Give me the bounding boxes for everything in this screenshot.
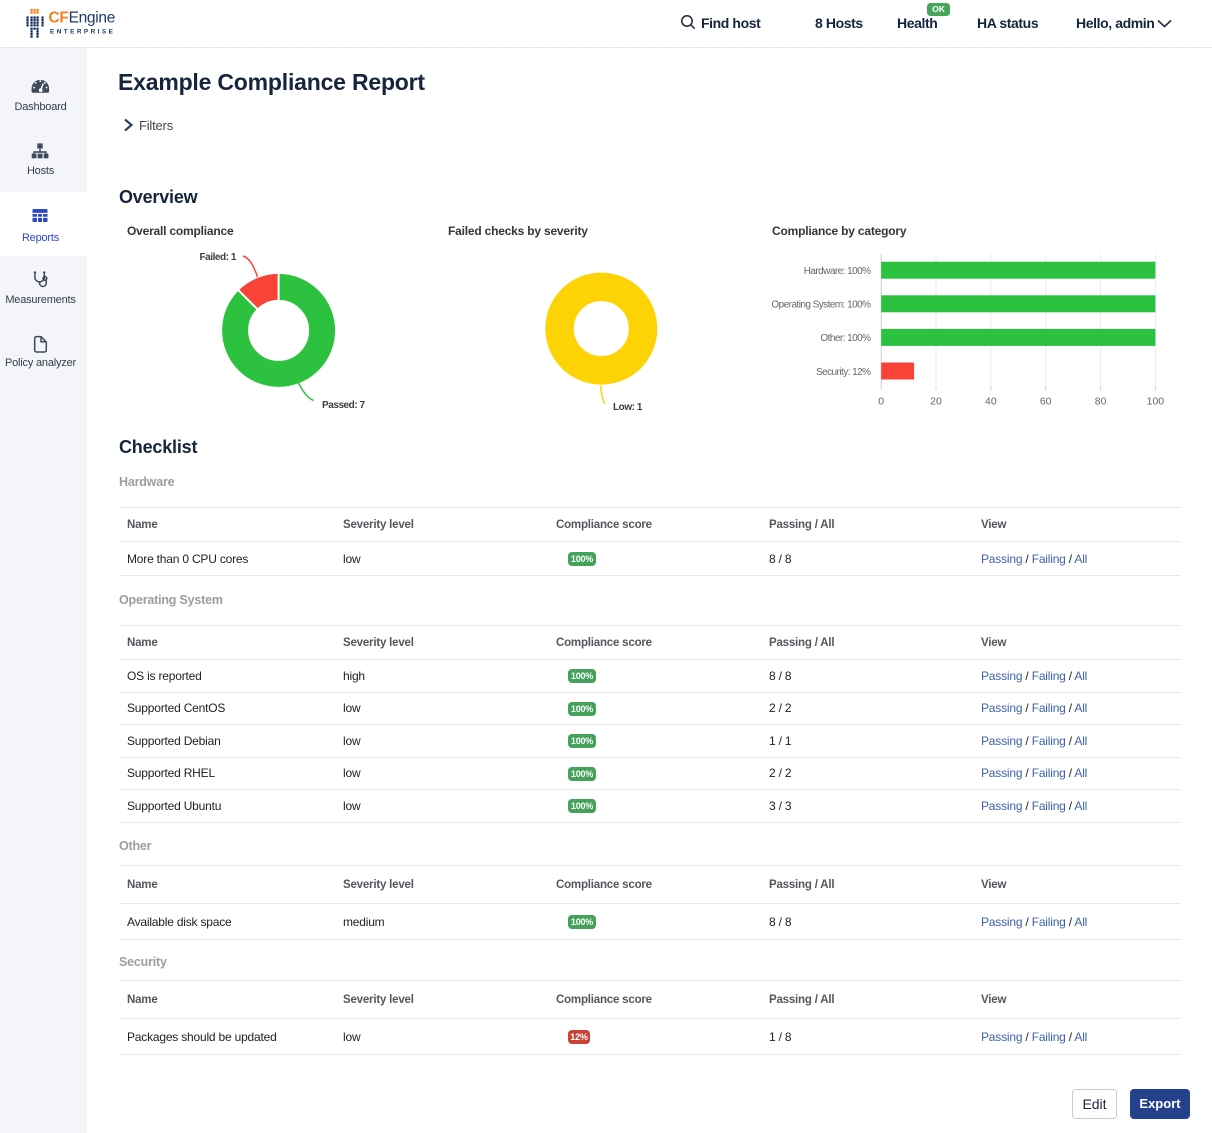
svg-text:60: 60 [1040,396,1052,408]
svg-text:Hardware: 100%: Hardware: 100% [804,266,871,277]
svg-text:ENTERPRISE: ENTERPRISE [50,29,115,36]
svg-text:Other: 100%: Other: 100% [820,333,871,344]
svg-text:100: 100 [1147,396,1165,408]
svg-text:Operating System: 100%: Operating System: 100% [771,300,871,311]
svg-text:40: 40 [985,396,997,408]
svg-text:Security: 12%: Security: 12% [816,367,871,378]
svg-text:0: 0 [878,396,884,408]
svg-text:20: 20 [930,396,942,408]
svg-text:80: 80 [1095,396,1107,408]
svg-text:CFEngine: CFEngine [49,10,116,27]
